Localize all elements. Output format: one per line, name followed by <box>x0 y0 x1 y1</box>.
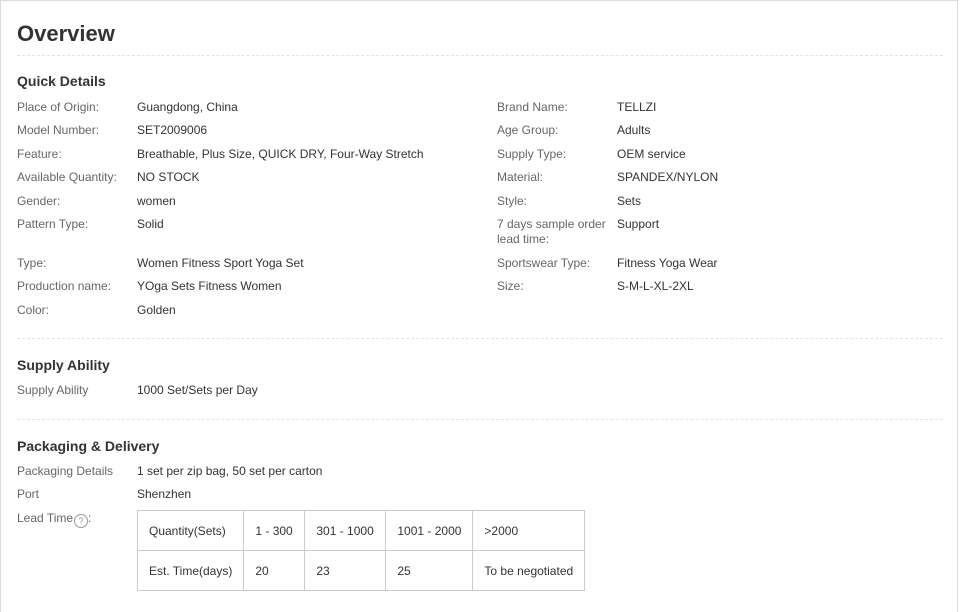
detail-label: Brand Name: <box>497 100 568 114</box>
table-cell: 20 <box>243 550 306 591</box>
table-cell: Quantity(Sets) <box>136 510 245 551</box>
detail-label: Place of Origin: <box>17 100 100 114</box>
detail-value: Support <box>617 217 660 231</box>
detail-value: 1 set per zip bag, 50 set per carton <box>137 464 323 478</box>
table-cell: 1 - 300 <box>243 510 306 551</box>
detail-value: Fitness Yoga Wear <box>617 256 718 270</box>
question-circle-icon[interactable]: ? <box>74 514 89 528</box>
detail-value: Shenzhen <box>137 487 192 501</box>
detail-label: Gender: <box>17 194 61 208</box>
detail-value: Adults <box>617 123 651 137</box>
detail-label: Style: <box>497 194 528 208</box>
detail-label: Age Group: <box>497 123 559 137</box>
table-cell: >2000 <box>472 510 586 551</box>
detail-label: Sportswear Type: <box>497 256 591 270</box>
detail-value: Golden <box>137 303 176 317</box>
detail-label: Available Quantity: <box>17 170 117 184</box>
detail-value: TELLZI <box>617 100 657 114</box>
page-title: Overview <box>17 21 115 46</box>
table-row: Est. Time(days) 20 23 25 To be negotiate… <box>136 550 586 591</box>
table-cell: 301 - 1000 <box>304 510 387 551</box>
detail-label: Type: <box>17 256 47 270</box>
detail-value: Guangdong, China <box>137 100 238 114</box>
section-title-quick-details: Quick Details <box>17 73 106 89</box>
detail-value: Breathable, Plus Size, QUICK DRY, Four-W… <box>137 147 424 161</box>
divider <box>17 55 943 56</box>
detail-value: NO STOCK <box>137 170 200 184</box>
table-cell: To be negotiated <box>472 550 586 591</box>
section-title-supply-ability: Supply Ability <box>17 357 110 373</box>
detail-value: SPANDEX/NYLON <box>617 170 719 184</box>
table-cell: Est. Time(days) <box>136 550 245 591</box>
divider <box>17 338 943 339</box>
table-cell: 25 <box>385 550 474 591</box>
detail-label: Lead Time?: <box>17 511 129 528</box>
detail-label: Pattern Type: <box>17 217 89 231</box>
detail-label: Material: <box>497 170 544 184</box>
lead-time-label: Lead Time <box>17 511 74 525</box>
detail-label: Packaging Details <box>17 464 114 478</box>
detail-label: Feature: <box>17 147 62 161</box>
detail-label: Supply Type: <box>497 147 567 161</box>
detail-value: YOga Sets Fitness Women <box>137 279 282 293</box>
table-cell: 23 <box>304 550 387 591</box>
table-row: Quantity(Sets) 1 - 300 301 - 1000 1001 -… <box>136 510 586 551</box>
lead-time-colon: : <box>88 511 92 525</box>
detail-label: Port <box>17 487 40 501</box>
detail-value: S-M-L-XL-2XL <box>617 279 694 293</box>
detail-value: women <box>137 194 176 208</box>
detail-value: Sets <box>617 194 642 208</box>
detail-value: Women Fitness Sport Yoga Set <box>137 256 304 270</box>
detail-label: Model Number: <box>17 123 100 137</box>
detail-value: Solid <box>137 217 164 231</box>
detail-value: 1000 Set/Sets per Day <box>137 383 258 397</box>
table-cell: 1001 - 2000 <box>385 510 474 551</box>
detail-value: SET2009006 <box>137 123 208 137</box>
section-title-packaging-delivery: Packaging & Delivery <box>17 438 160 454</box>
lead-time-table: Quantity(Sets) 1 - 300 301 - 1000 1001 -… <box>136 510 586 591</box>
detail-label: Size: <box>497 279 524 293</box>
divider <box>17 419 943 420</box>
detail-label: Production name: <box>17 279 112 293</box>
detail-value: OEM service <box>617 147 686 161</box>
detail-label: Color: <box>17 303 50 317</box>
detail-label: Supply Ability <box>17 383 89 397</box>
detail-label: 7 days sample order lead time: <box>497 217 606 246</box>
